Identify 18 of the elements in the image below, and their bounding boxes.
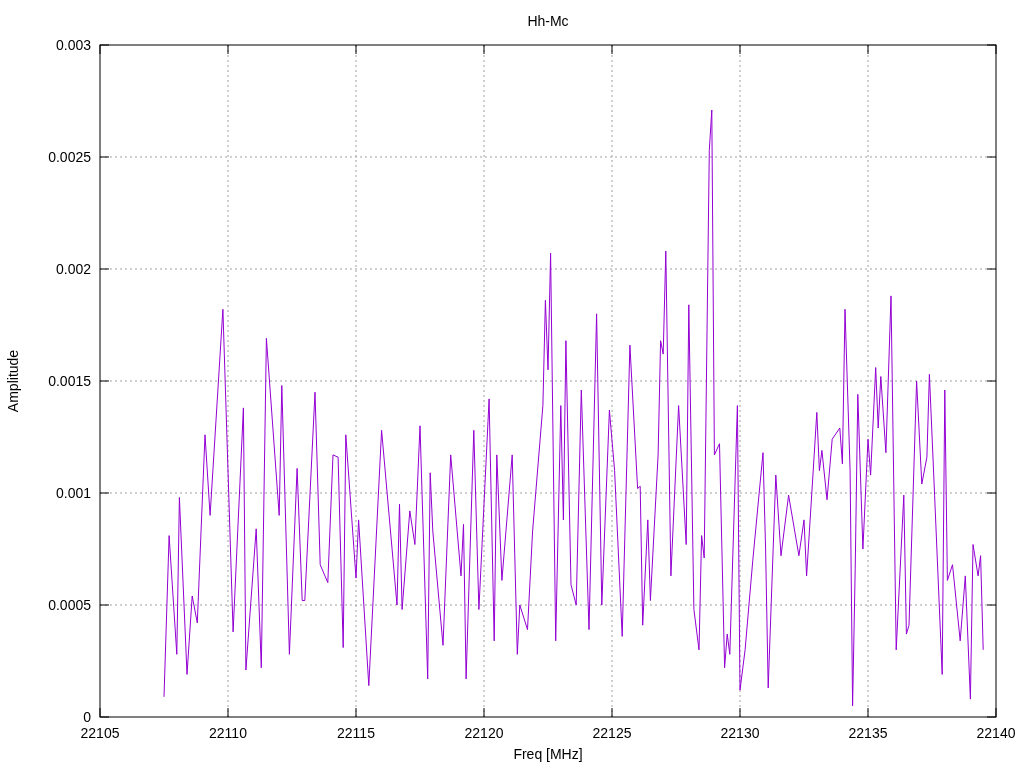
x-tick-label: 22110 <box>209 725 247 741</box>
y-tick-label: 0.0015 <box>48 373 91 389</box>
x-tick-label: 22105 <box>80 725 120 741</box>
x-tick-label: 22135 <box>848 725 888 741</box>
x-tick-label: 22140 <box>976 725 1016 741</box>
x-tick-label: 22125 <box>592 725 632 741</box>
x-tick-label: 22120 <box>464 725 504 741</box>
y-tick-label: 0.0005 <box>48 597 91 613</box>
y-tick-label: 0.001 <box>55 485 91 501</box>
y-tick-label: 0.0025 <box>48 149 91 165</box>
y-tick-label: 0 <box>83 709 91 725</box>
x-axis-label: Freq [MHz] <box>513 746 583 762</box>
chart-title: Hh-Mc <box>527 13 569 29</box>
x-tick-label: 22130 <box>720 725 760 741</box>
y-tick-label: 0.002 <box>55 261 91 277</box>
y-tick-label: 0.003 <box>55 37 91 53</box>
y-axis-label: Amplitude <box>5 349 21 413</box>
x-tick-label: 22115 <box>337 725 375 741</box>
